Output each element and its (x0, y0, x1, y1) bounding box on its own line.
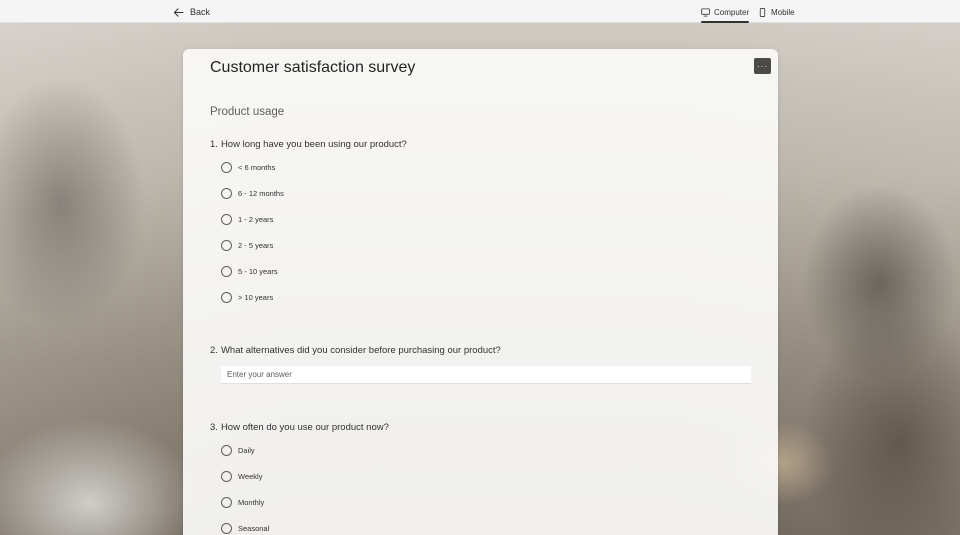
back-label: Back (190, 7, 211, 17)
radio-button[interactable] (221, 265, 232, 277)
question-number: 2. (210, 345, 218, 356)
monitor-icon (701, 7, 710, 17)
top-bar: Back Computer Mobile (0, 0, 960, 23)
question-text: How long have you been using our product… (220, 139, 407, 150)
radio-button[interactable] (221, 239, 232, 251)
section-title: Product usage (210, 106, 285, 118)
radio-option[interactable]: 5 - 10 years (221, 265, 278, 277)
radio-option[interactable]: 1 - 2 years (221, 213, 273, 225)
option-label: Weekly (238, 471, 263, 481)
question-text: How often do you use our product now? (220, 422, 389, 433)
question-3: 3. How often do you use our product now? (210, 422, 389, 433)
form-title: Customer satisfaction survey (210, 59, 416, 76)
option-label: Monthly (238, 497, 265, 507)
question-text: What alternatives did you consider befor… (220, 345, 501, 356)
radio-button[interactable] (221, 213, 232, 225)
back-button[interactable]: Back (173, 5, 210, 19)
radio-option[interactable]: Seasonal (221, 522, 269, 534)
question-2: 2. What alternatives did you consider bef… (210, 345, 501, 356)
radio-button[interactable] (221, 496, 232, 508)
arrow-left-icon (173, 7, 184, 17)
question-1: 1. How long have you been using our produ… (210, 139, 407, 150)
radio-button[interactable] (221, 291, 232, 303)
radio-option[interactable]: 2 - 5 years (221, 239, 273, 251)
radio-option[interactable]: Monthly (221, 496, 264, 508)
option-label: 1 - 2 years (238, 214, 274, 224)
more-options-button[interactable]: ··· (754, 58, 771, 74)
phone-icon (759, 7, 766, 17)
radio-button[interactable] (221, 522, 232, 534)
tab-mobile[interactable]: Mobile (758, 4, 795, 20)
form-card: ··· Customer satisfaction survey Product… (183, 49, 778, 535)
radio-option[interactable]: > 10 years (221, 291, 273, 303)
question-number: 1. (210, 139, 218, 150)
more-icon: ··· (757, 61, 768, 71)
question-number: 3. (210, 422, 218, 433)
radio-button[interactable] (221, 470, 232, 482)
option-label: > 10 years (238, 292, 274, 302)
tab-mobile-label: Mobile (771, 7, 795, 17)
tab-computer-label: Computer (714, 7, 750, 17)
option-label: Seasonal (238, 523, 270, 533)
option-label: 5 - 10 years (238, 266, 278, 276)
answer-input[interactable] (221, 366, 751, 384)
radio-option[interactable]: Weekly (221, 470, 262, 482)
option-label: 6 - 12 months (238, 188, 284, 198)
radio-button[interactable] (221, 444, 232, 456)
radio-option[interactable]: < 6 months (221, 161, 275, 173)
radio-option[interactable]: 6 - 12 months (221, 187, 284, 199)
radio-button[interactable] (221, 161, 232, 173)
tab-computer[interactable]: Computer (701, 4, 750, 23)
option-label: Daily (238, 445, 255, 455)
option-label: < 6 months (238, 162, 276, 172)
option-label: 2 - 5 years (238, 240, 274, 250)
radio-option[interactable]: Daily (221, 444, 255, 456)
radio-button[interactable] (221, 187, 232, 199)
